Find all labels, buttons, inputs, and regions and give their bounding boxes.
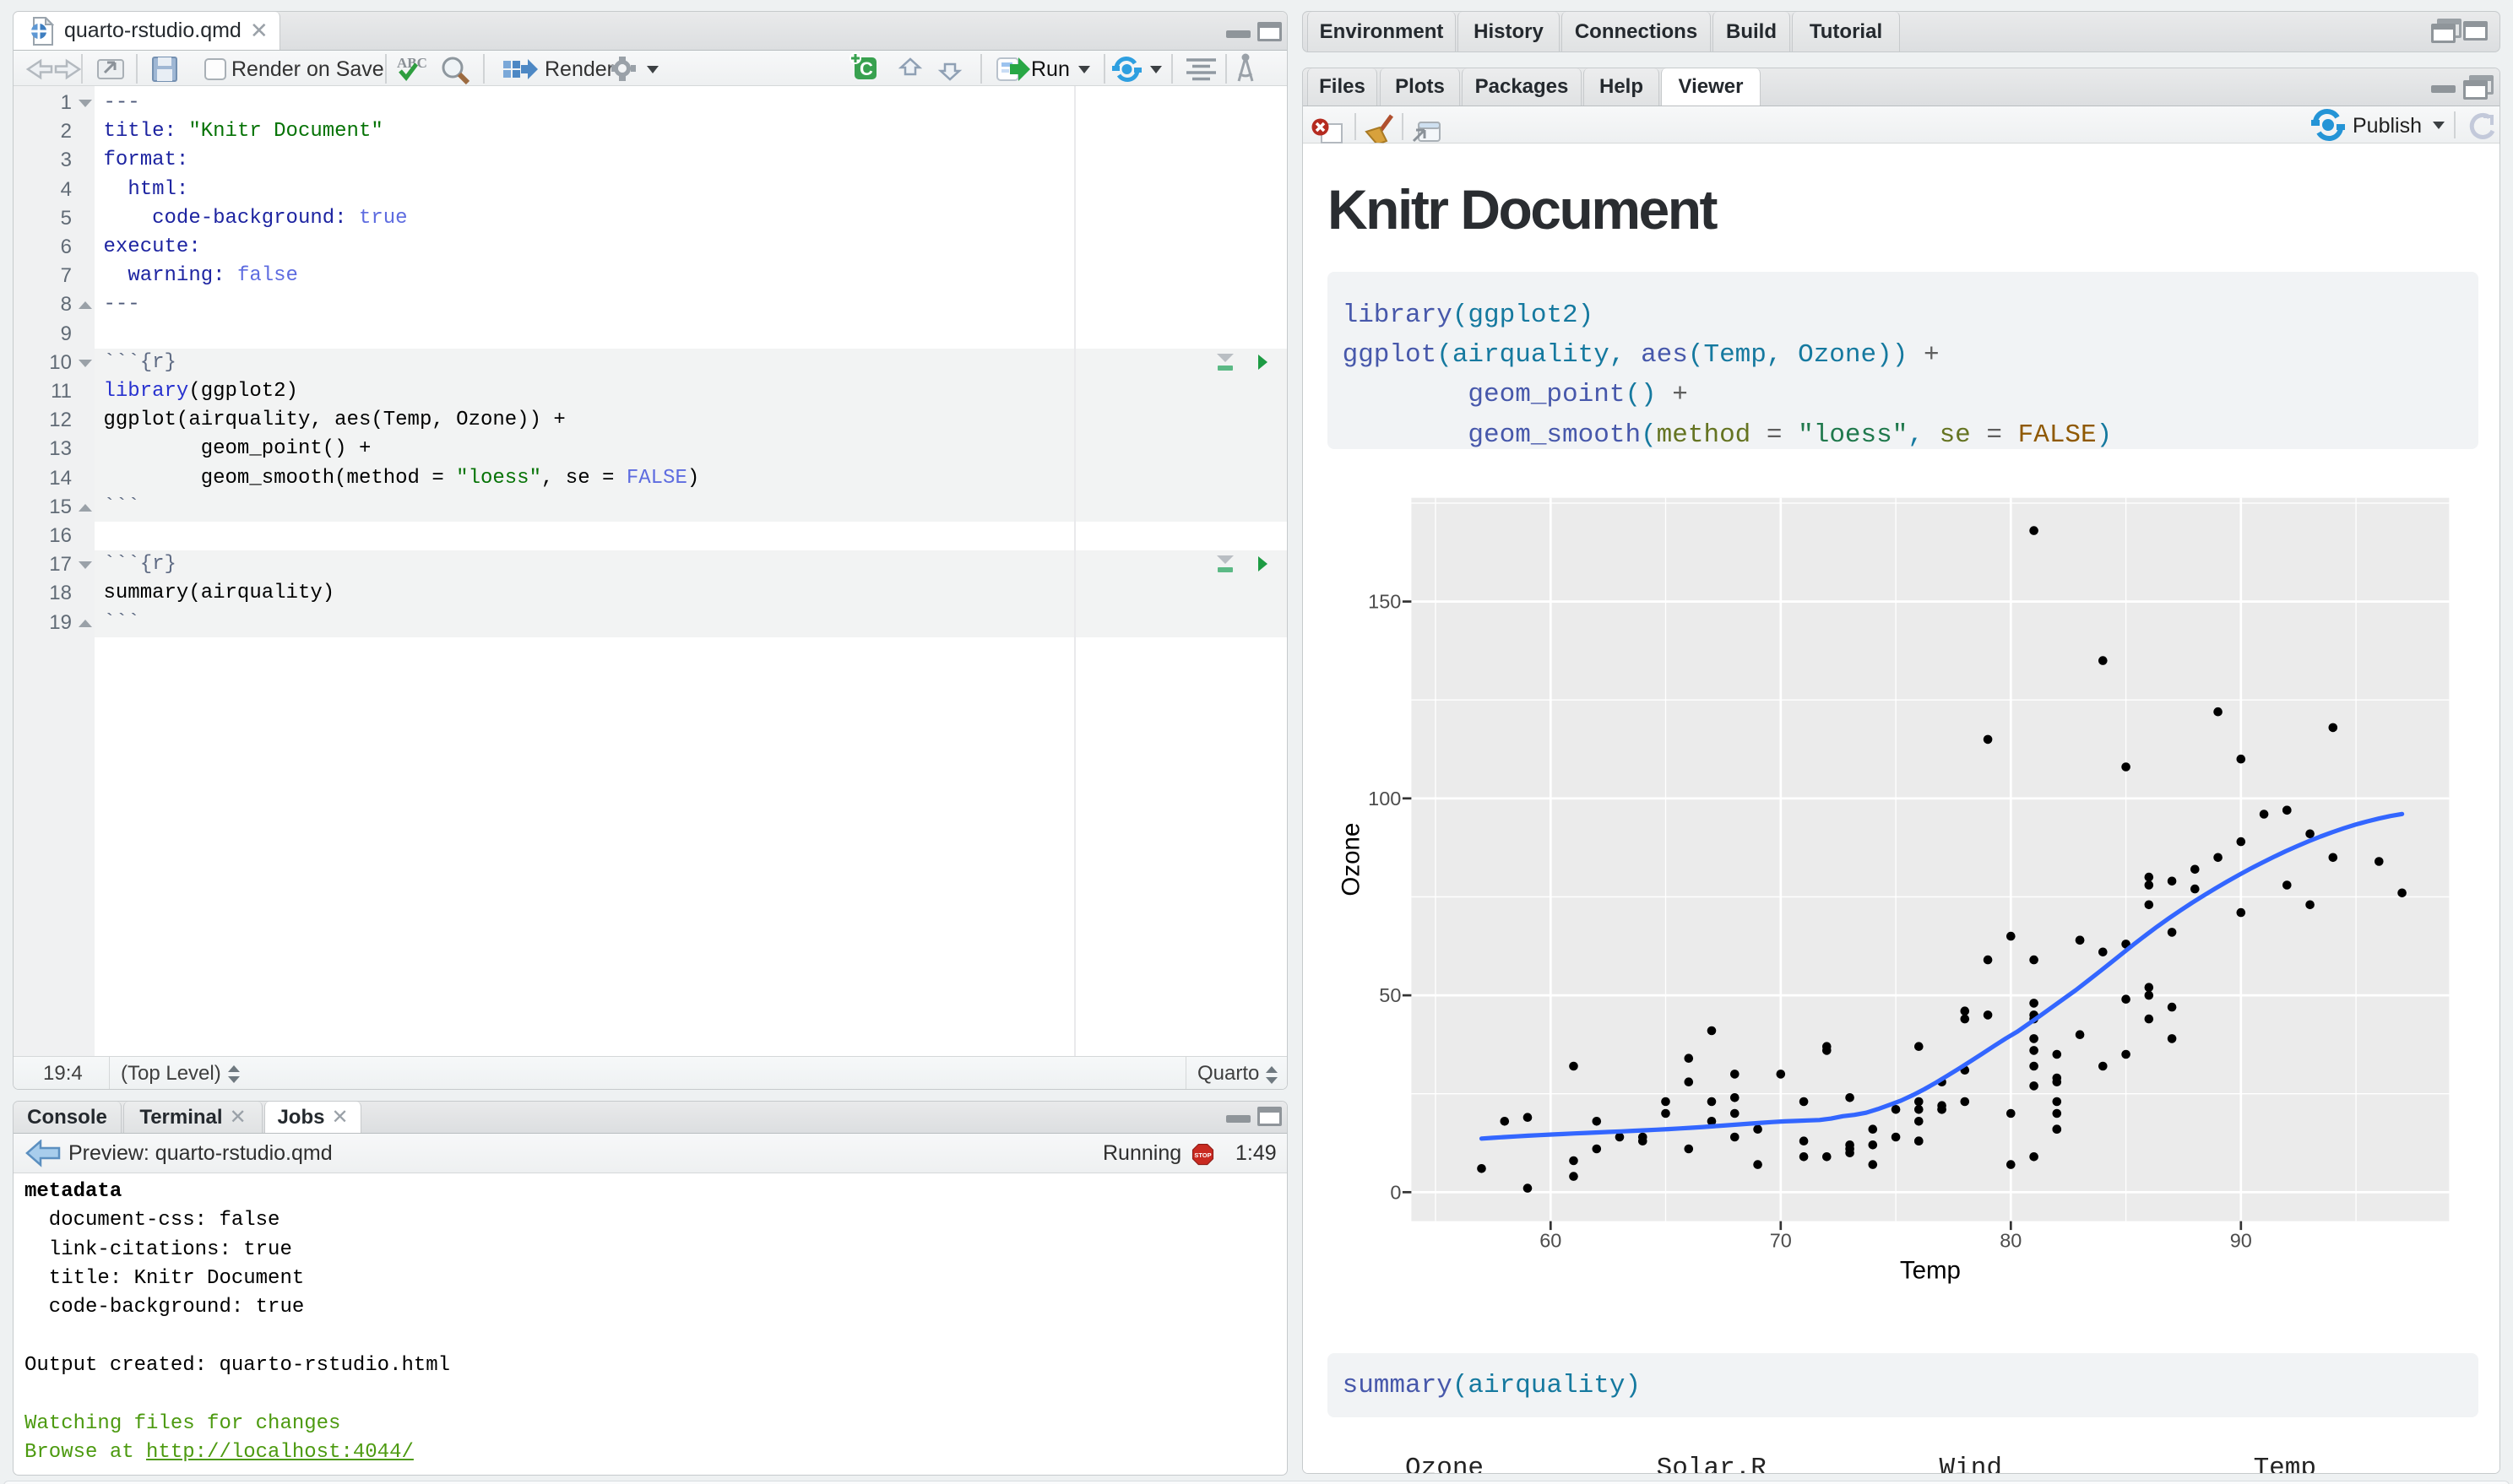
svg-text:70: 70 bbox=[1770, 1230, 1792, 1252]
svg-text:50: 50 bbox=[1379, 984, 1401, 1006]
svg-text:150: 150 bbox=[1368, 591, 1401, 613]
svg-text:Ozone: Ozone bbox=[1337, 823, 1365, 896]
svg-text:100: 100 bbox=[1368, 788, 1401, 810]
svg-text:C: C bbox=[860, 58, 873, 79]
svg-text:80: 80 bbox=[2000, 1230, 2022, 1252]
svg-text:Publish: Publish bbox=[2353, 114, 2422, 138]
svg-text:Temp: Temp bbox=[1900, 1257, 1961, 1285]
svg-text:0: 0 bbox=[1390, 1181, 1401, 1203]
svg-text:Run: Run bbox=[1031, 57, 1070, 81]
svg-text:Render: Render bbox=[545, 57, 614, 81]
svg-text:Render on Save: Render on Save bbox=[231, 57, 384, 81]
svg-text:90: 90 bbox=[2230, 1230, 2252, 1252]
svg-text:60: 60 bbox=[1539, 1230, 1561, 1252]
svg-text:STOP: STOP bbox=[1194, 1151, 1211, 1159]
